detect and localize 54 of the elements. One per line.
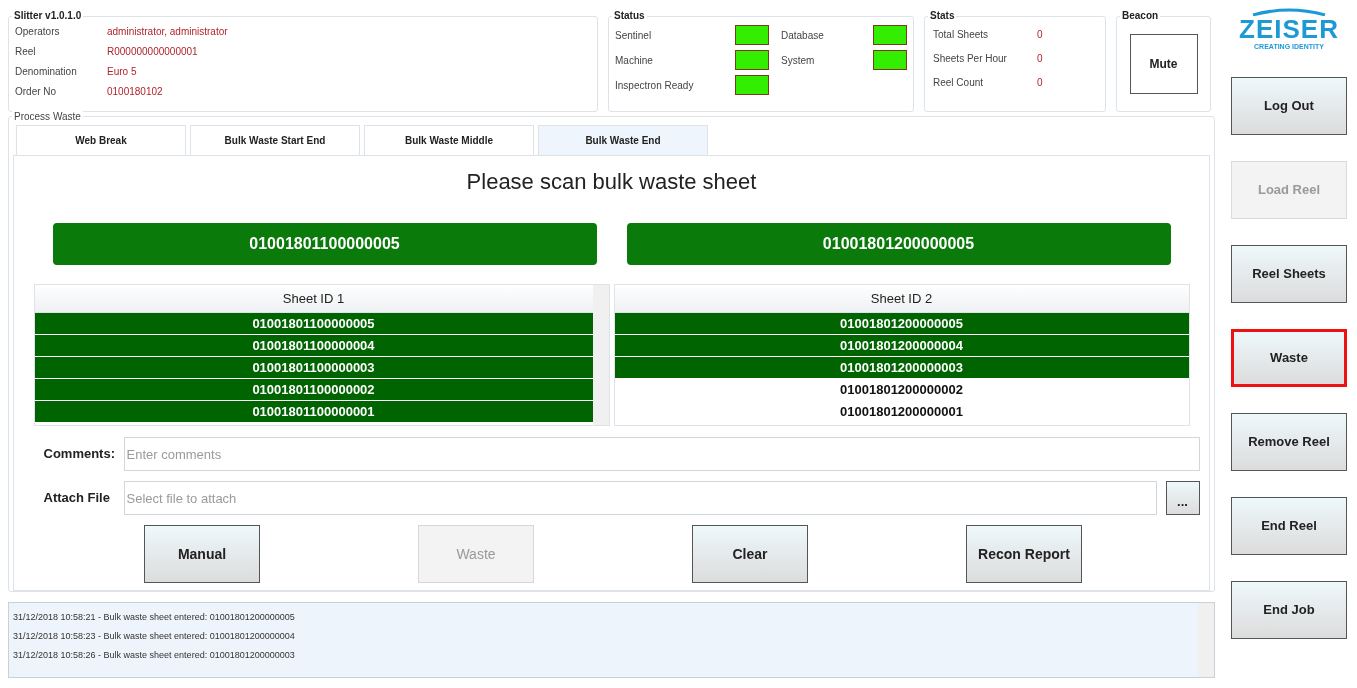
logo-text: ZEISER bbox=[1239, 16, 1339, 42]
field-value: 0100180102 bbox=[107, 85, 164, 99]
indicator-label: Machine bbox=[615, 53, 654, 68]
stat-label: Reel Count bbox=[933, 76, 985, 90]
mute-button[interactable]: Mute bbox=[1129, 34, 1198, 94]
scanned-code: 01001801200000005 bbox=[626, 223, 1171, 265]
field-label: Denomination bbox=[15, 65, 78, 79]
stat-value: 0 bbox=[1037, 76, 1044, 90]
tab[interactable]: Bulk Waste End bbox=[538, 125, 708, 155]
log-line: 31/12/2018 10:58:26 - Bulk waste sheet entered: 01001801200000003 bbox=[13, 649, 296, 662]
list-row[interactable]: 01001801100000003 bbox=[34, 357, 593, 378]
indicator-label: System bbox=[780, 53, 816, 68]
action-button[interactable]: Manual bbox=[144, 525, 260, 583]
tab[interactable]: Web Break bbox=[16, 125, 186, 155]
scanned-code: 01001801100000005 bbox=[52, 223, 597, 265]
field-label: Order No bbox=[15, 85, 58, 99]
tab[interactable]: Bulk Waste Start End bbox=[190, 125, 360, 155]
action-button[interactable]: Recon Report bbox=[966, 525, 1082, 583]
indicator-label: Inspectron Ready bbox=[615, 78, 695, 93]
log-line: 31/12/2018 10:58:21 - Bulk waste sheet entered: 01001801200000005 bbox=[13, 611, 296, 624]
scrollbar[interactable] bbox=[1198, 603, 1214, 677]
indicator-label: Database bbox=[780, 28, 825, 43]
list-row[interactable]: 01001801200000003 bbox=[614, 357, 1189, 378]
input-field[interactable]: Enter comments bbox=[123, 437, 1200, 471]
stat-label: Total Sheets bbox=[933, 28, 990, 42]
list-row[interactable]: 01001801100000004 bbox=[34, 335, 593, 356]
list-row[interactable]: 01001801100000001 bbox=[34, 401, 593, 422]
field-value: R000000000000001 bbox=[107, 45, 199, 59]
list-row[interactable]: 01001801100000002 bbox=[34, 379, 593, 400]
side-button[interactable]: Reel Sheets bbox=[1231, 245, 1347, 303]
browse-button[interactable]: ... bbox=[1165, 481, 1200, 515]
field-label: Operators bbox=[15, 25, 61, 39]
field-label: Reel bbox=[15, 45, 37, 59]
side-button[interactable]: End Job bbox=[1231, 581, 1347, 639]
field-label: Comments: bbox=[42, 445, 116, 464]
input-field[interactable]: Select file to attach bbox=[123, 481, 1157, 515]
stat-value: 0 bbox=[1037, 52, 1044, 66]
prompt-text: Please scan bulk waste sheet bbox=[466, 168, 757, 196]
side-button[interactable]: Log Out bbox=[1231, 77, 1347, 135]
list-row[interactable]: 01001801200000005 bbox=[614, 313, 1189, 334]
stat-label: Sheets Per Hour bbox=[933, 52, 1008, 66]
field-value: administrator, administrator bbox=[107, 25, 229, 39]
side-button[interactable]: End Reel bbox=[1231, 497, 1347, 555]
list-row[interactable]: 01001801100000005 bbox=[34, 313, 593, 334]
side-button[interactable]: Waste bbox=[1231, 329, 1347, 387]
tab[interactable]: Bulk Waste Middle bbox=[364, 125, 534, 155]
field-label: Attach File bbox=[42, 489, 111, 508]
action-button[interactable]: Clear bbox=[692, 525, 808, 583]
field-value: Euro 5 bbox=[107, 65, 138, 79]
log-line: 31/12/2018 10:58:23 - Bulk waste sheet entered: 01001801200000004 bbox=[13, 630, 296, 643]
side-button[interactable]: Remove Reel bbox=[1231, 413, 1347, 471]
indicator-label: Sentinel bbox=[615, 28, 653, 43]
list-row[interactable]: 01001801200000004 bbox=[614, 335, 1189, 356]
stat-value: 0 bbox=[1037, 28, 1044, 42]
